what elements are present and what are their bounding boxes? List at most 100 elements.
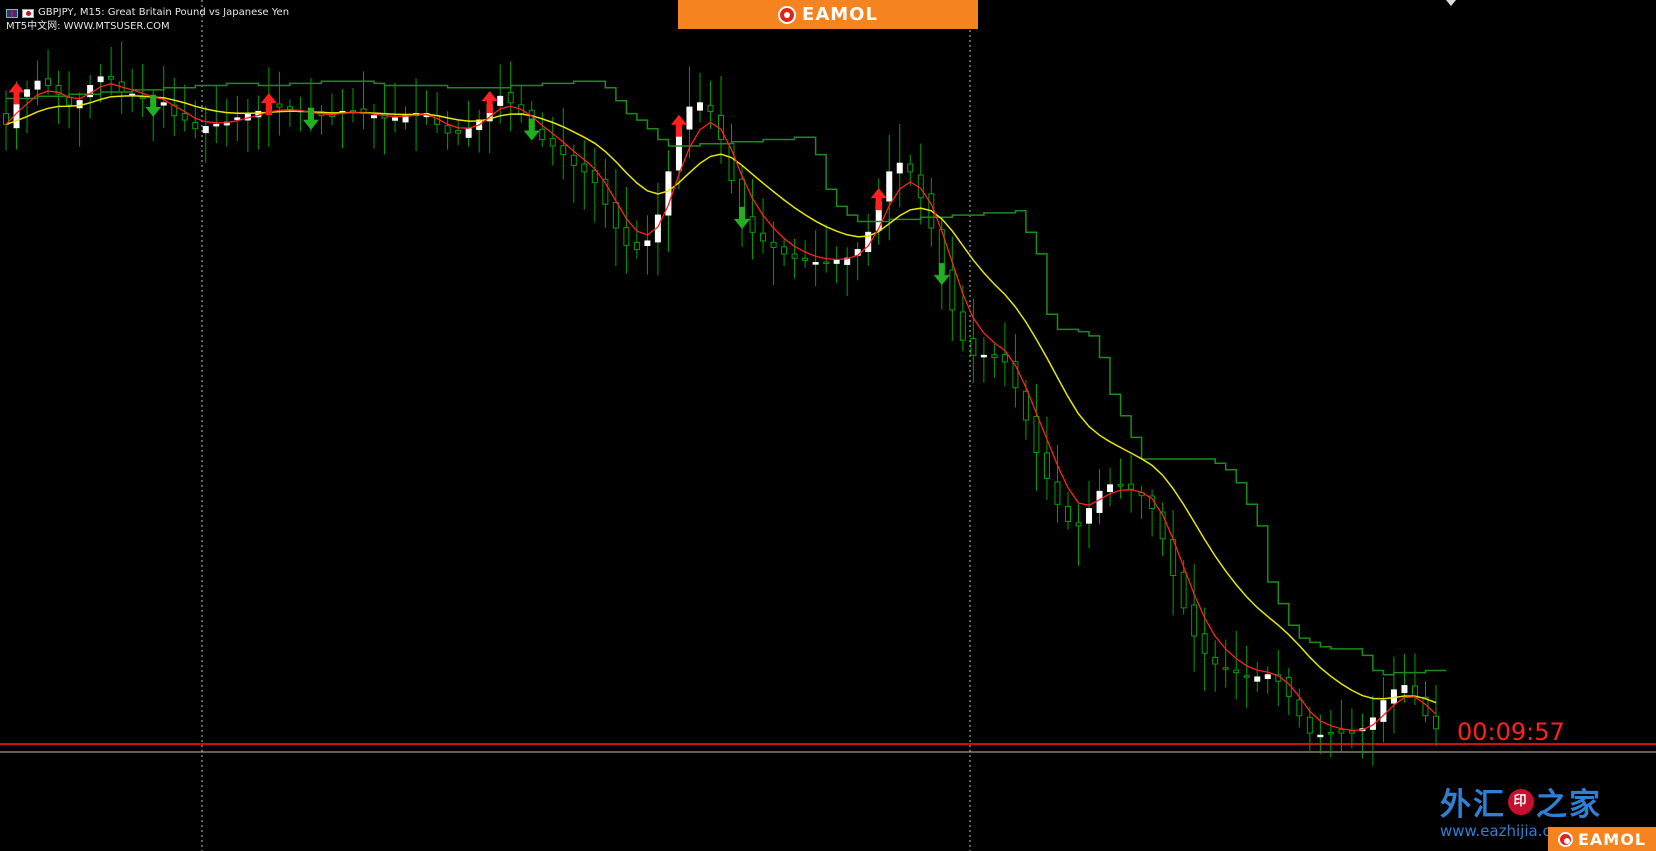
candle-body: [76, 100, 83, 109]
candle-body: [1022, 390, 1029, 421]
candle-body: [276, 103, 283, 108]
candle-body: [959, 311, 966, 341]
watermark-title: 外汇 印 之家: [1440, 779, 1602, 824]
candle-body: [970, 337, 977, 356]
candle-body: [991, 354, 998, 359]
candle-body: [812, 262, 819, 265]
candle-body: [139, 96, 146, 100]
candle-body: [612, 202, 619, 229]
candle-body: [234, 117, 241, 120]
candle-body: [34, 80, 41, 90]
candle-body: [1317, 734, 1324, 738]
candle-body: [444, 125, 451, 134]
candle-body: [1390, 689, 1397, 704]
candle-body: [1001, 354, 1008, 363]
candle-body: [1348, 730, 1355, 734]
symbol-description: GBPJPY, M15: Great Britain Pound vs Japa…: [38, 7, 290, 18]
candle-body: [24, 89, 31, 97]
candle-body: [686, 106, 693, 130]
candle-body: [286, 106, 293, 110]
source-info: MT5中文网: WWW.MTSUSER.COM: [6, 20, 289, 34]
brand-banner-top: EAMOL: [678, 0, 978, 29]
candle-body: [770, 241, 777, 248]
watermark-title-left: 外汇: [1440, 787, 1506, 823]
candle-body: [392, 117, 399, 121]
chart-window[interactable]: GBPJPY, M15: Great Britain Pound vs Japa…: [0, 0, 1656, 851]
watermark-title-right: 之家: [1536, 787, 1602, 823]
candle-body: [570, 154, 577, 166]
candle-body: [1296, 699, 1303, 717]
jp-flag-icon: [22, 8, 34, 18]
bar-countdown-timer: 00:09:57: [1457, 718, 1565, 746]
candle-body: [202, 126, 209, 134]
candle-body: [549, 138, 556, 147]
candle-body: [1043, 452, 1050, 479]
candle-body: [1433, 715, 1439, 730]
candle-body: [455, 130, 462, 134]
candle-body: [1117, 484, 1124, 487]
candle-body: [749, 216, 756, 233]
candle-body: [1222, 667, 1229, 670]
candle-body: [1033, 415, 1040, 453]
candle-body: [1201, 633, 1208, 654]
candle-body: [539, 128, 546, 141]
watermark-badge-icon: 印: [1508, 788, 1534, 815]
candle-body: [949, 269, 956, 311]
candle-body: [907, 163, 914, 173]
candle-body: [1380, 700, 1387, 722]
candle-body: [1075, 522, 1082, 527]
candle-body: [1411, 685, 1418, 697]
candle-body: [1107, 484, 1114, 492]
candle-body: [1096, 490, 1103, 513]
candle-body: [1212, 656, 1219, 665]
candle-body: [886, 171, 893, 202]
price-chart[interactable]: [0, 0, 1656, 851]
candle-body: [97, 76, 104, 83]
candle-body: [760, 232, 767, 242]
brand-name: EAMOL: [1577, 829, 1647, 849]
candle-body: [45, 78, 52, 87]
candle-body: [707, 104, 714, 112]
candle-body: [581, 163, 588, 173]
candle-body: [108, 75, 115, 80]
eamol-logo-icon: [778, 5, 797, 24]
candle-body: [465, 128, 472, 138]
candle-body: [1254, 676, 1261, 682]
candle-body: [160, 102, 167, 106]
candle-body: [192, 121, 199, 130]
candle-body: [1338, 729, 1345, 734]
symbol-info: GBPJPY, M15: Great Britain Pound vs Japa…: [6, 6, 289, 20]
candle-body: [781, 246, 788, 255]
candle-body: [644, 240, 651, 247]
candle-body: [560, 145, 567, 156]
chart-shift-marker-icon[interactable]: [1446, 0, 1456, 6]
candle-body: [1233, 669, 1240, 674]
candle-body: [1401, 685, 1408, 693]
candle-body: [181, 113, 188, 121]
candle-body: [1306, 716, 1313, 734]
candle-body: [1054, 481, 1061, 505]
candle-body: [1180, 571, 1187, 609]
brand-banner-bottom: EAMOL: [1548, 827, 1656, 851]
candle-body: [1128, 483, 1135, 490]
candle-body: [1086, 508, 1093, 524]
source-text: MT5中文网: WWW.MTSUSER.COM: [6, 21, 170, 32]
candle-body: [1064, 505, 1071, 523]
candle-body: [213, 123, 220, 127]
candle-body: [823, 261, 830, 265]
candle-body: [833, 259, 840, 264]
candle-body: [1327, 732, 1334, 735]
candle-body: [696, 102, 703, 111]
candle-body: [371, 115, 378, 119]
eamol-logo-icon: [1557, 831, 1573, 847]
candle-body: [497, 95, 504, 106]
candle-body: [1191, 604, 1198, 637]
candle-body: [1264, 674, 1271, 679]
gb-flag-icon: [6, 8, 18, 18]
candle-body: [802, 257, 809, 261]
candle-body: [917, 174, 924, 199]
candle-body: [507, 92, 514, 104]
brand-name: EAMOL: [802, 4, 878, 25]
chart-header: GBPJPY, M15: Great Britain Pound vs Japa…: [6, 6, 289, 34]
candle-body: [980, 354, 987, 358]
